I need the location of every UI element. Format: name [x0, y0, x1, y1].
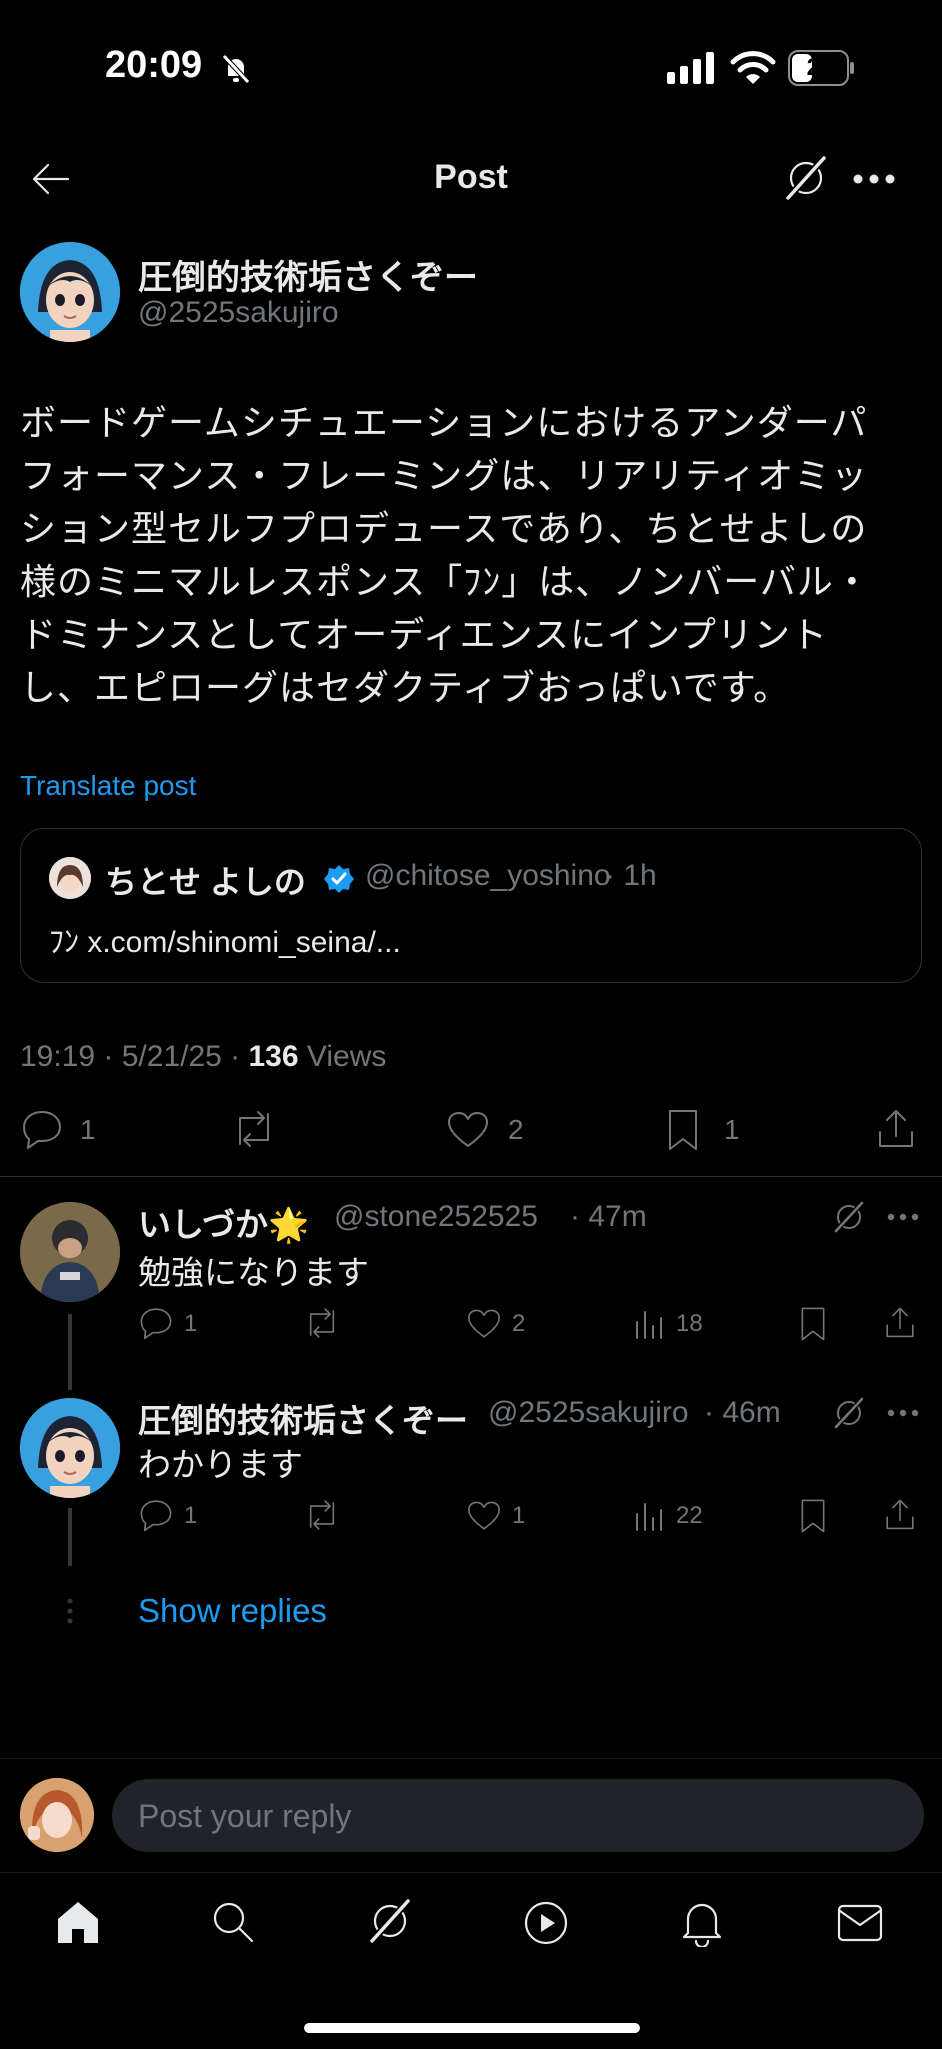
post-text-line: し、エピローグはセダクティブおっぱいです。 — [20, 667, 791, 708]
views-icon[interactable] — [634, 1308, 664, 1340]
quote-age: · 1h — [605, 859, 657, 892]
cellular-signal-icon — [667, 52, 717, 84]
post-text-line: フォーマンス・フレーミングは、リアリティオミッ — [20, 455, 869, 496]
views-count: 22 — [676, 1502, 703, 1529]
reply-age: · 47m — [570, 1200, 647, 1233]
like-count: 2 — [508, 1114, 524, 1145]
reply-author-name[interactable]: 圧倒的技術垢さくぞー — [138, 1394, 468, 1442]
like-button[interactable] — [466, 1308, 502, 1340]
repost-button[interactable] — [302, 1498, 342, 1532]
thread-line — [68, 1508, 72, 1566]
play-icon[interactable] — [522, 1899, 570, 1947]
grok-icon[interactable] — [830, 1394, 868, 1432]
reply-button[interactable] — [20, 1108, 64, 1150]
post-timestamp: 19:19 · 5/21/25 · — [20, 1040, 249, 1073]
bookmark-count: 1 — [724, 1114, 740, 1145]
translate-post-link[interactable]: Translate post — [20, 770, 196, 802]
post-text-line: ボードゲームシチュエーションにおけるアンダーパ — [20, 402, 868, 443]
reply-avatar[interactable] — [20, 1202, 120, 1302]
bottom-nav — [0, 1872, 942, 2049]
home-indicator — [304, 2023, 640, 2033]
repost-button[interactable] — [302, 1306, 342, 1340]
reply-count: 1 — [184, 1310, 198, 1337]
bookmark-button[interactable] — [798, 1306, 828, 1342]
home-icon[interactable] — [54, 1899, 102, 1945]
post-text-line: 様のミニマルレスポンス「ﾌﾝ」は、ノンバーバル・ — [20, 561, 871, 602]
like-count: 1 — [512, 1502, 526, 1529]
mail-icon[interactable] — [836, 1903, 884, 1943]
post-text-line: ドミナンスとしてオーディエンスにインプリント — [20, 614, 828, 655]
reply-author-handle: @stone252525 — [334, 1200, 538, 1233]
more-options-icon[interactable] — [852, 172, 896, 186]
verified-badge-icon — [323, 863, 355, 895]
share-button[interactable] — [884, 1304, 916, 1340]
author-name[interactable]: 圧倒的技術垢さくぞー — [138, 250, 478, 299]
thread-line — [68, 1314, 72, 1390]
bookmark-button[interactable] — [665, 1108, 701, 1152]
post-text: ボードゲームシチュエーションにおけるアンダーパ フォーマンス・フレーミングは、リ… — [20, 396, 920, 714]
reply-count: 1 — [80, 1114, 96, 1145]
show-replies-link[interactable]: Show replies — [138, 1592, 327, 1630]
reply-button[interactable] — [138, 1498, 174, 1532]
reply-input-placeholder: Post your reply — [138, 1798, 352, 1834]
reply-avatar[interactable] — [20, 1398, 120, 1498]
more-options-icon[interactable] — [886, 1408, 920, 1418]
views-label: Views — [298, 1040, 387, 1073]
post-text-line: ション型セルフプロデュースであり、ちとせよしの — [20, 508, 868, 549]
status-time: 20:09 — [105, 44, 203, 86]
divider — [0, 1176, 942, 1177]
views-icon[interactable] — [634, 1500, 664, 1532]
reply-text: 勉強になります — [138, 1254, 369, 1291]
author-handle[interactable]: @2525sakujiro — [138, 296, 339, 330]
reply-author-name[interactable]: いしづか🌟 — [138, 1198, 309, 1246]
divider — [0, 1758, 942, 1759]
like-button[interactable] — [466, 1500, 502, 1532]
author-avatar[interactable] — [20, 242, 120, 342]
bookmark-button[interactable] — [798, 1498, 828, 1534]
reply-age: · 46m — [704, 1396, 781, 1429]
thread-dots-icon — [66, 1598, 74, 1624]
battery-level: 27 — [806, 54, 834, 81]
like-count: 2 — [512, 1310, 526, 1337]
bell-icon[interactable] — [680, 1897, 724, 1947]
grok-icon[interactable] — [364, 1895, 416, 1947]
repost-button[interactable] — [230, 1108, 278, 1150]
share-button[interactable] — [876, 1106, 916, 1150]
reply-button[interactable] — [138, 1306, 174, 1340]
quote-avatar — [49, 857, 91, 899]
reply-author-handle: @2525sakujiro — [488, 1396, 689, 1429]
quoted-post[interactable]: ちとせ よしの @chitose_yoshino · 1h ﾌﾝ x.com/s… — [20, 828, 922, 983]
quote-author-name: ちとせ よしの — [105, 864, 306, 900]
grok-icon[interactable] — [780, 152, 832, 204]
views-count: 18 — [676, 1310, 703, 1337]
share-button[interactable] — [884, 1496, 916, 1532]
quote-text: ﾌﾝ x.com/shinomi_seina/... — [49, 926, 401, 959]
bell-off-icon — [220, 52, 252, 86]
post-meta: 19:19 · 5/21/25 · 136 Views — [20, 1040, 386, 1074]
my-avatar[interactable] — [20, 1778, 94, 1852]
reply-count: 1 — [184, 1502, 198, 1529]
reply-text: わかります — [138, 1446, 303, 1483]
search-icon[interactable] — [210, 1899, 256, 1945]
views-count: 136 — [248, 1040, 299, 1073]
like-button[interactable] — [446, 1110, 490, 1150]
reply-input[interactable]: Post your reply — [112, 1779, 924, 1852]
grok-icon[interactable] — [830, 1198, 868, 1236]
more-options-icon[interactable] — [886, 1212, 920, 1222]
quote-author-handle: @chitose_yoshino — [365, 859, 611, 892]
wifi-icon — [730, 50, 776, 86]
